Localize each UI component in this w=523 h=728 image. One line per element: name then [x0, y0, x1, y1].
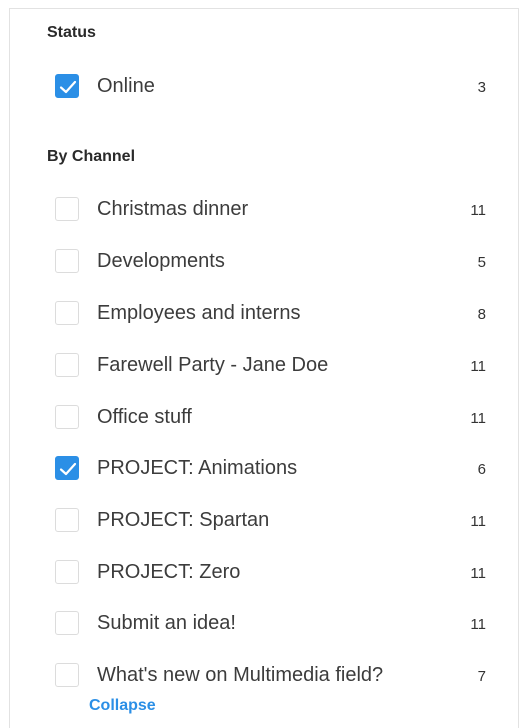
- checkbox[interactable]: [55, 353, 79, 377]
- checkbox[interactable]: [55, 560, 79, 584]
- filter-row-channel[interactable]: PROJECT: Animations 6: [55, 452, 500, 484]
- checkbox[interactable]: [55, 405, 79, 429]
- checkbox[interactable]: [55, 197, 79, 221]
- checkbox[interactable]: [55, 663, 79, 687]
- check-icon: [59, 80, 77, 94]
- filter-row-status-online[interactable]: Online 3: [55, 70, 500, 102]
- filter-row-channel[interactable]: Christmas dinner 11: [55, 193, 500, 225]
- filter-label: Christmas dinner: [97, 198, 249, 220]
- filter-count: 8: [477, 306, 486, 323]
- filter-count: 11: [470, 565, 486, 582]
- checkbox[interactable]: [55, 301, 79, 325]
- check-icon: [59, 462, 77, 476]
- filter-label: Developments: [97, 250, 225, 272]
- filter-row-channel[interactable]: PROJECT: Spartan 11: [55, 504, 500, 536]
- filter-label: What's new on Multimedia field?: [97, 664, 384, 686]
- checkbox[interactable]: [55, 508, 79, 532]
- filter-count: 11: [470, 513, 486, 530]
- filter-label: PROJECT: Animations: [97, 457, 298, 479]
- filter-label: Online: [97, 75, 155, 97]
- filter-label: Office stuff: [97, 406, 192, 428]
- filter-count: 5: [477, 254, 486, 271]
- filter-label: Farewell Party - Jane Doe: [97, 354, 329, 376]
- filter-label: PROJECT: Spartan: [97, 509, 270, 531]
- channel-section-title: By Channel: [47, 148, 136, 165]
- filter-row-channel[interactable]: Developments 5: [55, 245, 500, 277]
- filter-row-channel[interactable]: PROJECT: Zero 11: [55, 556, 500, 588]
- filter-label: Employees and interns: [97, 302, 301, 324]
- filter-label: Submit an idea!: [97, 612, 236, 634]
- filter-count: 11: [470, 616, 486, 633]
- filter-row-channel[interactable]: Submit an idea! 11: [55, 607, 500, 639]
- filter-row-channel[interactable]: Office stuff 11: [55, 401, 500, 433]
- filter-row-channel[interactable]: Employees and interns 8: [55, 297, 500, 329]
- checkbox[interactable]: [55, 611, 79, 635]
- filter-label: PROJECT: Zero: [97, 561, 241, 583]
- collapse-link[interactable]: Collapse: [89, 697, 156, 715]
- filter-count: 11: [470, 202, 486, 219]
- filter-row-channel[interactable]: What's new on Multimedia field? 7: [55, 659, 500, 691]
- filter-count: 6: [477, 461, 486, 478]
- filter-count: 7: [477, 668, 486, 685]
- status-section-title: Status: [47, 24, 96, 41]
- filter-count: 11: [470, 410, 486, 427]
- checkbox[interactable]: [55, 249, 79, 273]
- filter-count: 11: [470, 358, 486, 375]
- filter-count: 3: [477, 79, 486, 96]
- checkbox[interactable]: [55, 74, 79, 98]
- filter-row-channel[interactable]: Farewell Party - Jane Doe 11: [55, 349, 500, 381]
- checkbox[interactable]: [55, 456, 79, 480]
